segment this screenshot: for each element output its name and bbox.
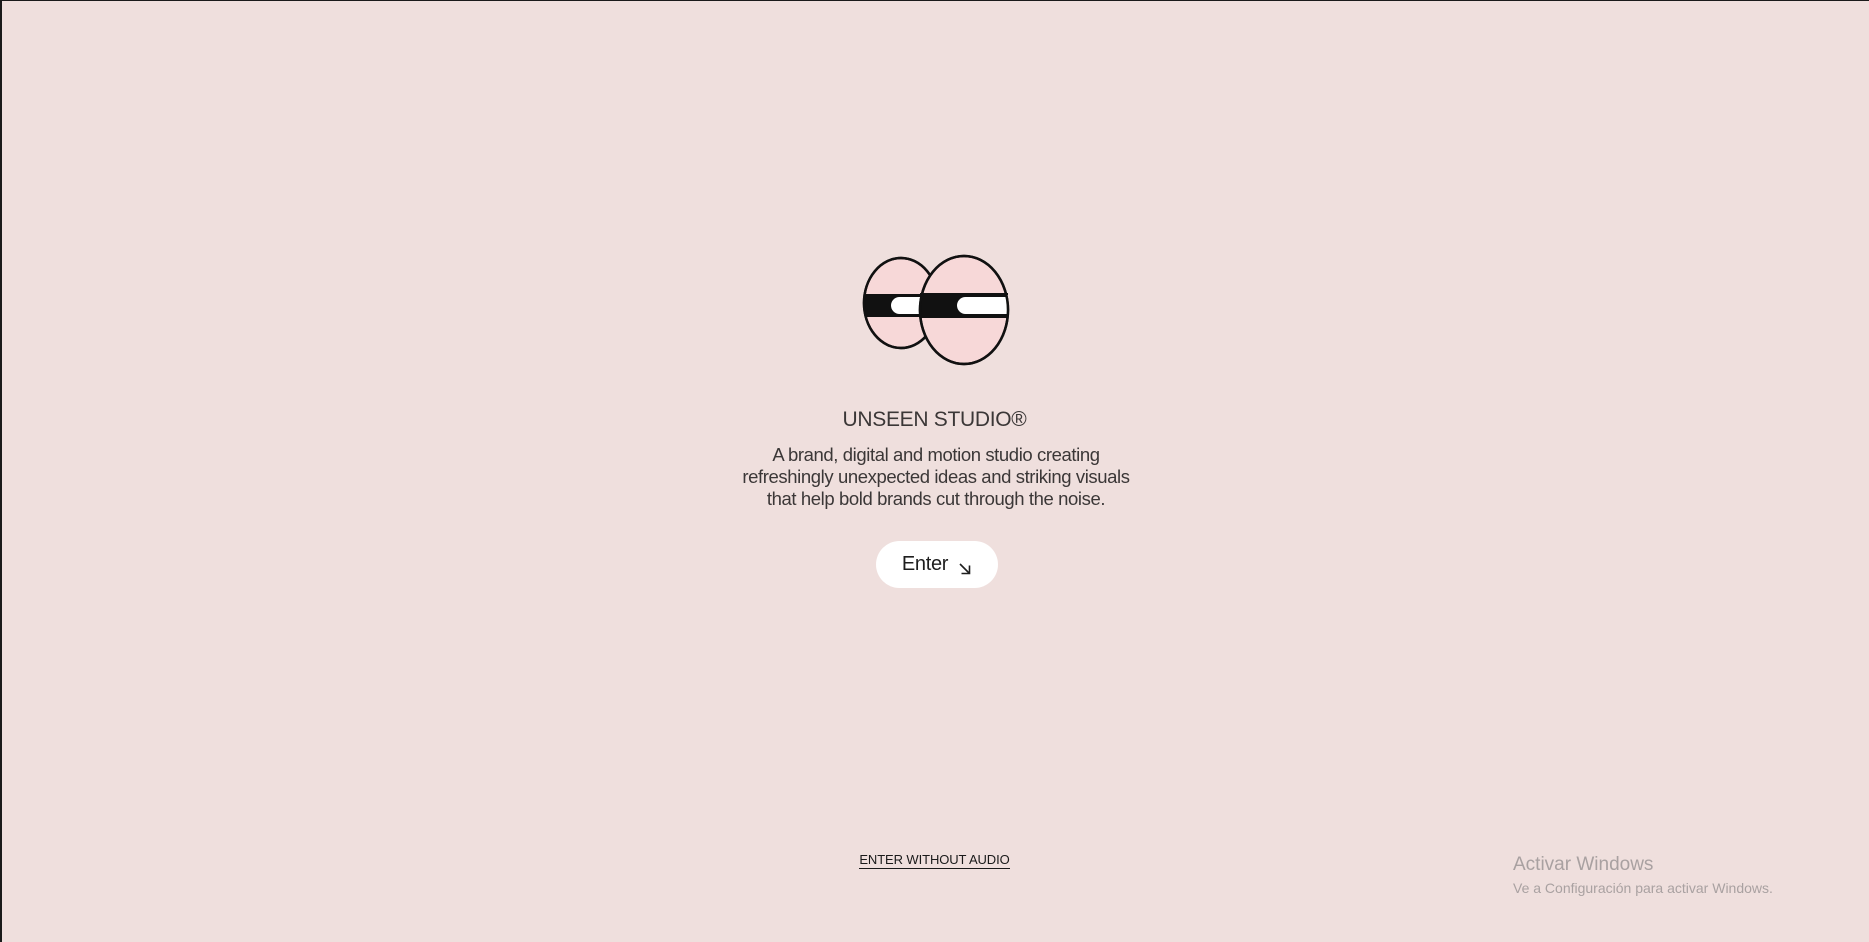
enter-button[interactable]: Enter (876, 541, 998, 588)
arrow-down-right-icon (958, 559, 972, 575)
description-line: that help bold brands cut through the no… (766, 488, 1106, 509)
studio-description: A brand, digital and motion studio creat… (734, 444, 1138, 510)
watermark-subtitle: Ve a Configuración para activar Windows. (1513, 880, 1773, 896)
watermark-title: Activar Windows (1513, 854, 1654, 875)
description-line: A brand, digital and motion studio creat… (772, 444, 1100, 465)
window-border-top (0, 0, 1869, 1)
enter-without-audio-label: ENTER WITHOUT AUDIO (859, 852, 1010, 869)
description-line: refreshingly unexpected ideas and striki… (742, 466, 1130, 487)
eyes-logo-icon (861, 253, 1011, 368)
enter-button-label: Enter (901, 553, 949, 575)
window-border-left (0, 0, 2, 942)
windows-activation-watermark: Activar Windows Ve a Configuración para … (1513, 854, 1773, 898)
studio-title: UNSEEN STUDIO® (842, 408, 1027, 431)
